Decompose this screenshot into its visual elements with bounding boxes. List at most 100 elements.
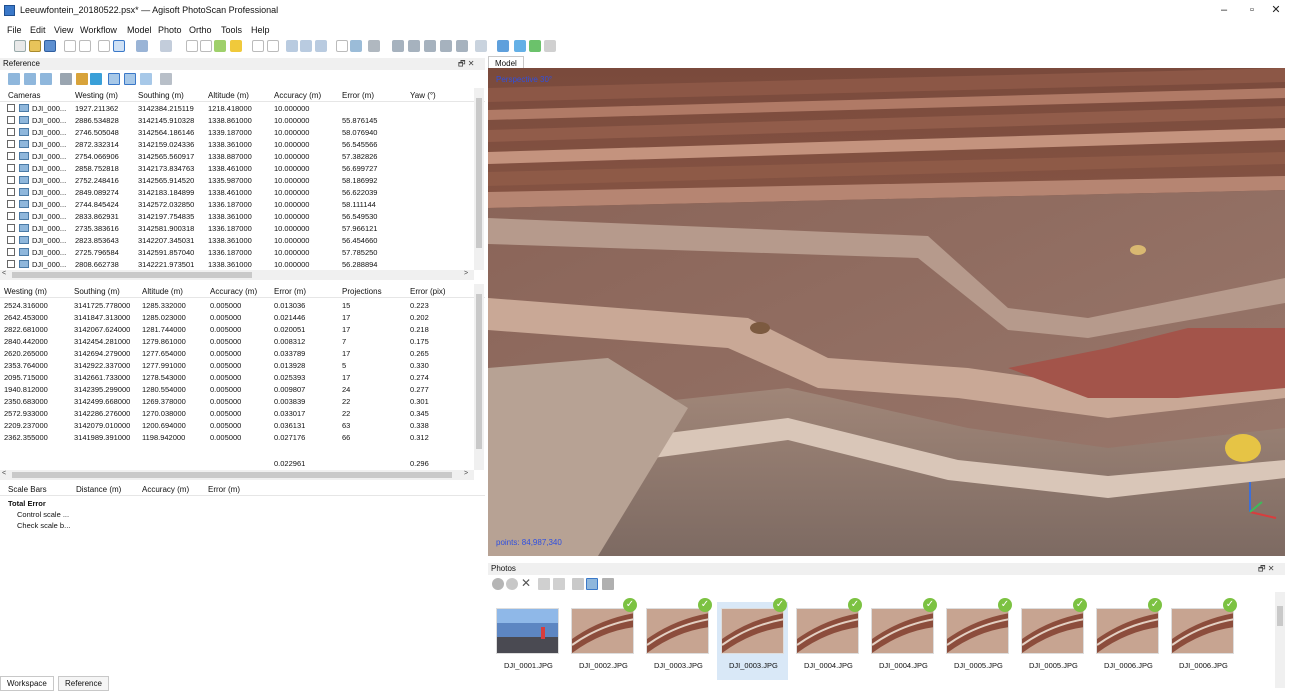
disable-cameras-icon[interactable]: [506, 578, 518, 590]
photo-thumbnail[interactable]: [1171, 608, 1234, 654]
rotate-object-icon[interactable]: [160, 40, 172, 52]
camera-row[interactable]: DJI_000... 2886.534828 3142145.910328 1338.…: [0, 115, 485, 126]
new-file-icon[interactable]: [14, 40, 26, 52]
col-marker-altitude[interactable]: Altitude (m): [142, 287, 183, 296]
menu-edit[interactable]: Edit: [30, 25, 46, 35]
open-folder-icon[interactable]: [29, 40, 41, 52]
tab-workspace[interactable]: Workspace: [0, 676, 54, 691]
export-reference-icon[interactable]: [24, 73, 36, 85]
camera-checkbox[interactable]: [7, 188, 15, 196]
marker-row[interactable]: 2840.442000 3142454.281000 1279.861000 0.00…: [0, 336, 485, 347]
filter-icon[interactable]: [572, 578, 584, 590]
photo-thumbnail[interactable]: [646, 608, 709, 654]
view-errors-icon[interactable]: [140, 73, 152, 85]
zoom-in-icon[interactable]: [286, 40, 298, 52]
scroll-right-icon[interactable]: >: [464, 270, 468, 277]
photo-thumbnail[interactable]: [871, 608, 934, 654]
show-shapes-icon[interactable]: [529, 40, 541, 52]
details-view-icon[interactable]: [602, 578, 614, 590]
camera-row[interactable]: DJI_000... 2744.845424 3142572.032850 1336.…: [0, 199, 485, 210]
point-cloud-icon[interactable]: [350, 40, 362, 52]
tiled-model-icon[interactable]: [456, 40, 468, 52]
camera-checkbox[interactable]: [7, 200, 15, 208]
minimize-button[interactable]: –: [1210, 2, 1238, 18]
marker-row[interactable]: 2209.237000 3142079.010000 1200.694000 0.00…: [0, 420, 485, 431]
close-button[interactable]: ✕: [1262, 2, 1290, 18]
menu-ortho[interactable]: Ortho: [189, 25, 212, 35]
cameras-vscroll-thumb[interactable]: [476, 98, 482, 248]
model-view-icon[interactable]: [336, 40, 348, 52]
menu-tools[interactable]: Tools: [221, 25, 242, 35]
rotate-right-icon[interactable]: [553, 578, 565, 590]
camera-checkbox[interactable]: [7, 152, 15, 160]
import-reference-icon[interactable]: [8, 73, 20, 85]
markers-vscroll-thumb[interactable]: [476, 294, 482, 449]
col-scale-error[interactable]: Error (m): [208, 485, 240, 494]
photo-thumbnail[interactable]: [1096, 608, 1159, 654]
camera-row[interactable]: DJI_000... 2872.332314 3142159.024336 1338.…: [0, 139, 485, 150]
remove-cameras-icon[interactable]: ✕: [521, 576, 531, 590]
reference-panel-controls[interactable]: 🗗 ✕: [458, 58, 474, 70]
col-marker-projections[interactable]: Projections: [342, 287, 382, 296]
redo-icon[interactable]: [79, 40, 91, 52]
scroll-left-icon[interactable]: <: [2, 270, 6, 277]
col-marker-westing[interactable]: Westing (m): [4, 287, 47, 296]
zoom-out-icon[interactable]: [300, 40, 312, 52]
camera-checkbox[interactable]: [7, 128, 15, 136]
menu-photo[interactable]: Photo: [158, 25, 182, 35]
col-error[interactable]: Error (m): [342, 91, 374, 100]
reset-view-icon[interactable]: [315, 40, 327, 52]
marker-row[interactable]: 2095.715000 3142661.733000 1278.543000 0.00…: [0, 372, 485, 383]
photo-thumbnail[interactable]: [721, 608, 784, 654]
marker-row[interactable]: 2353.764000 3142922.337000 1277.991000 0.00…: [0, 360, 485, 371]
camera-row[interactable]: DJI_000... 2735.383616 3142581.900318 1336.…: [0, 223, 485, 234]
camera-row[interactable]: DJI_000... 2849.089274 3142183.184899 1338.…: [0, 187, 485, 198]
navigation-icon[interactable]: [98, 40, 110, 52]
camera-checkbox[interactable]: [7, 104, 15, 112]
menu-file[interactable]: File: [7, 25, 22, 35]
camera-checkbox[interactable]: [7, 140, 15, 148]
col-distance[interactable]: Distance (m): [76, 485, 121, 494]
scroll-right-icon[interactable]: >: [464, 470, 468, 477]
col-scale-accuracy[interactable]: Accuracy (m): [142, 485, 189, 494]
tab-reference[interactable]: Reference: [58, 676, 109, 691]
camera-row[interactable]: DJI_000... 2858.752818 3142173.834763 1338.…: [0, 163, 485, 174]
camera-checkbox[interactable]: [7, 260, 15, 268]
marker-row[interactable]: 2822.681000 3142067.624000 1281.744000 0.00…: [0, 324, 485, 335]
thumbnails-view-icon[interactable]: [586, 578, 598, 590]
camera-checkbox[interactable]: [7, 212, 15, 220]
draw-polyline-icon[interactable]: [200, 40, 212, 52]
menu-help[interactable]: Help: [251, 25, 270, 35]
menu-workflow[interactable]: Workflow: [80, 25, 117, 35]
cameras-hscroll[interactable]: < >: [0, 270, 474, 280]
col-marker-accuracy[interactable]: Accuracy (m): [210, 287, 257, 296]
show-markers-icon[interactable]: [514, 40, 526, 52]
control-scale-bars-item[interactable]: Control scale ...: [17, 510, 69, 519]
scroll-left-icon[interactable]: <: [2, 470, 6, 477]
optimize-cameras-icon[interactable]: [60, 73, 72, 85]
col-westing[interactable]: Westing (m): [75, 91, 118, 100]
wireframe-model-icon[interactable]: [424, 40, 436, 52]
edit-icon[interactable]: [76, 73, 88, 85]
move-object-icon[interactable]: [136, 40, 148, 52]
camera-row[interactable]: DJI_000... 2833.862931 3142197.754835 1338.…: [0, 211, 485, 222]
view-source-icon[interactable]: [108, 73, 120, 85]
cameras-hscroll-thumb[interactable]: [12, 272, 252, 278]
marker-row[interactable]: 2572.933000 3142286.276000 1270.038000 0.00…: [0, 408, 485, 419]
save-icon[interactable]: [44, 40, 56, 52]
photos-vscroll-thumb[interactable]: [1277, 606, 1283, 626]
ruler-icon[interactable]: [230, 40, 242, 52]
camera-checkbox[interactable]: [7, 176, 15, 184]
model-viewport[interactable]: Perspective 30° points: 84,987,340: [488, 68, 1285, 556]
col-accuracy[interactable]: Accuracy (m): [274, 91, 321, 100]
col-cameras[interactable]: Cameras: [8, 91, 40, 100]
update-icon[interactable]: [90, 73, 102, 85]
camera-checkbox[interactable]: [7, 116, 15, 124]
col-marker-error-pix[interactable]: Error (pix): [410, 287, 446, 296]
settings-icon[interactable]: [160, 73, 172, 85]
camera-row[interactable]: DJI_000... 1927.211362 3142384.215119 1218.…: [0, 103, 485, 114]
col-altitude[interactable]: Altitude (m): [208, 91, 249, 100]
camera-checkbox[interactable]: [7, 164, 15, 172]
markers-vscroll[interactable]: [474, 284, 484, 470]
markers-hscroll-thumb[interactable]: [12, 472, 452, 478]
